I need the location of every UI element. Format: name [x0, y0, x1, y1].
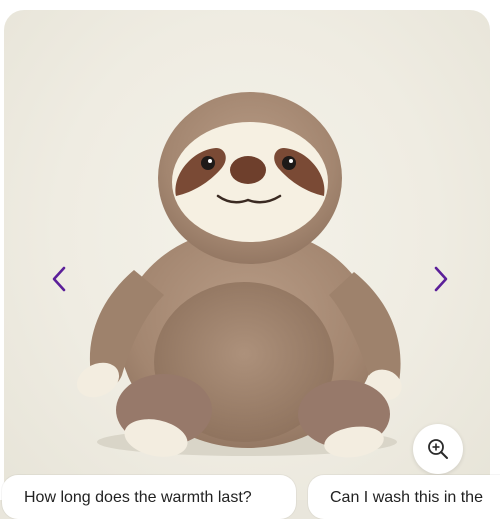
previous-image-button[interactable] [44, 264, 74, 294]
zoom-in-icon [428, 439, 448, 459]
product-gallery: How long does the warmth last? Can I was… [0, 0, 500, 519]
chevron-right-icon [434, 266, 448, 292]
sloth-nose [230, 156, 266, 184]
zoom-button[interactable] [413, 424, 463, 474]
suggested-question-chip[interactable]: How long does the warmth last? [2, 475, 296, 519]
product-photo-card [4, 10, 490, 500]
sloth-right-eye [282, 156, 296, 170]
product-image-sloth[interactable] [4, 10, 490, 500]
next-image-button[interactable] [426, 264, 456, 294]
suggested-question-chip[interactable]: Can I wash this in the [308, 475, 500, 519]
sloth-left-eye [201, 156, 215, 170]
chevron-left-icon [52, 266, 66, 292]
